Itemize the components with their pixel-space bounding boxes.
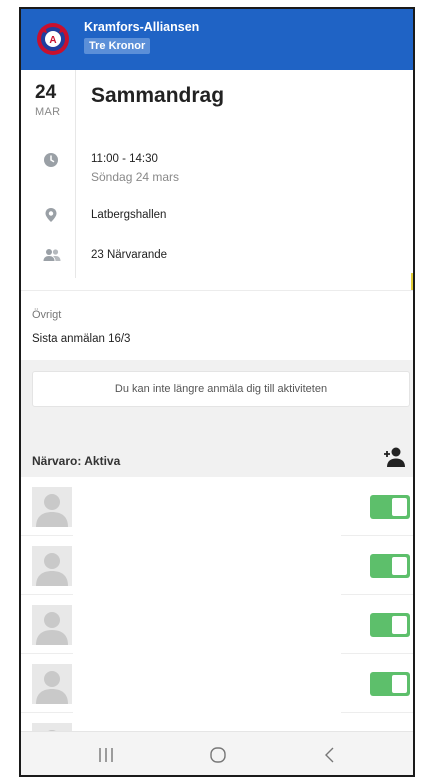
event-title: Sammandrag	[91, 84, 225, 107]
team-logo: A	[37, 23, 69, 55]
notice-text: Du kan inte längre anmäla dig till aktiv…	[114, 383, 328, 395]
attendance-header: Närvaro: Aktiva	[21, 439, 413, 477]
avatar	[32, 546, 72, 586]
registration-closed-notice: Du kan inte längre anmäla dig till aktiv…	[32, 371, 410, 407]
app-header: A Kramfors-Alliansen Tre Kronor	[21, 9, 413, 70]
avatar	[32, 664, 72, 704]
avatar	[32, 605, 72, 645]
other-info-section: Övrigt Sista anmälan 16/3	[21, 290, 413, 360]
home-icon[interactable]	[207, 744, 229, 766]
event-date: 24 MAR	[35, 82, 69, 118]
team-badge[interactable]: Tre Kronor	[84, 38, 151, 54]
attendance-toggle[interactable]	[370, 672, 410, 696]
recent-apps-icon[interactable]	[95, 744, 117, 766]
other-label: Övrigt	[32, 309, 62, 321]
date-day: 24	[35, 82, 57, 103]
clock-icon	[44, 153, 58, 167]
event-summary-card: 24 MAR Sammandrag 11:00 - 14:30 Söndag 2…	[21, 70, 413, 351]
attendance-title: Närvaro: Aktiva	[32, 454, 121, 468]
avatar	[32, 487, 72, 527]
system-navigation-bar	[21, 731, 413, 775]
event-time-range: 11:00 - 14:30	[91, 153, 158, 165]
redacted-names-area	[73, 477, 341, 747]
phone-screen: A Kramfors-Alliansen Tre Kronor 24 MAR S…	[19, 7, 415, 777]
attendance-toggle[interactable]	[370, 613, 410, 637]
svg-text:A: A	[49, 35, 56, 46]
back-icon[interactable]	[319, 744, 341, 766]
event-date-long: Söndag 24 mars	[91, 170, 180, 184]
date-divider	[75, 70, 76, 278]
attendance-count[interactable]: 23 Närvarande	[91, 249, 167, 261]
attendance-toggle[interactable]	[370, 554, 410, 578]
date-month: MAR	[35, 106, 61, 118]
organization-name: Kramfors-Alliansen	[84, 20, 200, 34]
event-location[interactable]: Latbergshallen	[91, 209, 166, 221]
attendee-list	[21, 477, 413, 772]
registration-deadline: Sista anmälan 16/3	[32, 333, 131, 345]
location-pin-icon	[45, 208, 57, 222]
people-icon	[43, 249, 61, 261]
attendance-toggle[interactable]	[370, 495, 410, 519]
add-person-icon[interactable]	[382, 445, 406, 469]
